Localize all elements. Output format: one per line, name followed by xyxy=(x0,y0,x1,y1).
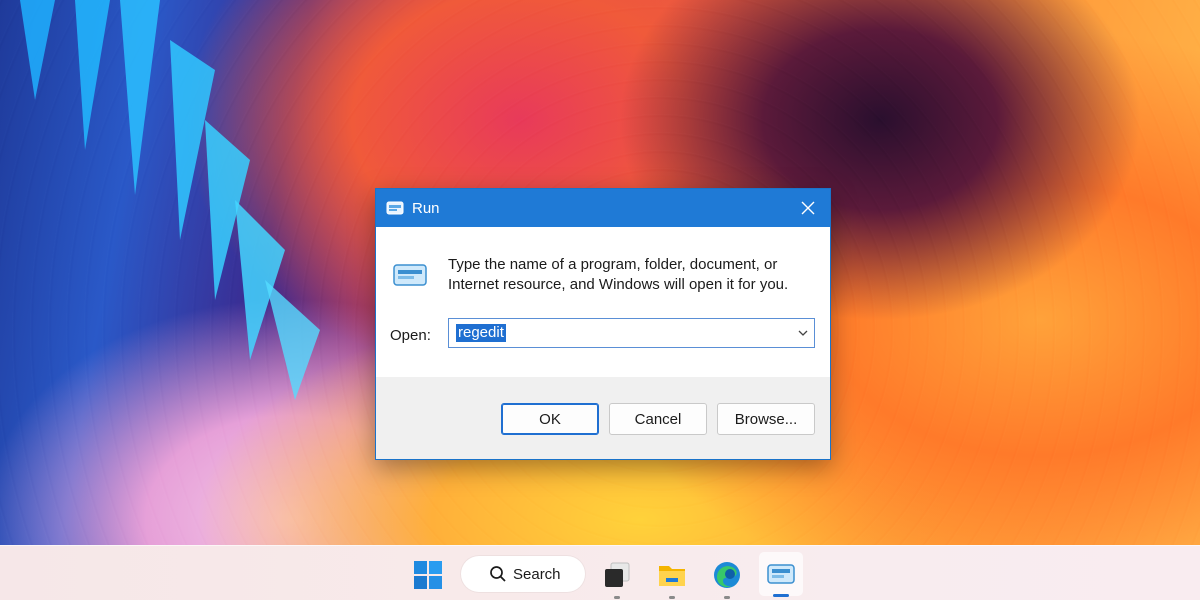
chevron-down-icon[interactable] xyxy=(796,326,810,340)
running-indicator xyxy=(669,596,675,599)
close-button[interactable] xyxy=(786,189,830,227)
search-label: Search xyxy=(513,566,561,583)
run-app-icon xyxy=(386,201,404,215)
dialog-description: Type the name of a program, folder, docu… xyxy=(448,255,818,295)
active-indicator xyxy=(773,594,789,597)
dialog-footer: OK Cancel Browse... xyxy=(376,377,830,459)
taskbar: Search xyxy=(0,545,1200,600)
task-view-button[interactable] xyxy=(597,555,637,595)
wallpaper-spikes xyxy=(0,0,340,545)
browse-button[interactable]: Browse... xyxy=(717,403,815,435)
dialog-title: Run xyxy=(412,200,786,217)
task-view-icon xyxy=(601,560,633,590)
run-dialog-titlebar[interactable]: Run xyxy=(376,189,830,227)
running-indicator xyxy=(724,596,730,599)
edge-icon xyxy=(711,559,743,591)
dialog-content: Type the name of a program, folder, docu… xyxy=(376,227,830,377)
open-input-value[interactable]: regedit xyxy=(456,324,506,342)
windows-start-icon xyxy=(413,560,443,590)
file-explorer-button[interactable] xyxy=(652,555,692,595)
run-program-icon xyxy=(392,263,428,287)
open-label: Open: xyxy=(390,327,431,344)
ok-button[interactable]: OK xyxy=(501,403,599,435)
run-taskbar-button[interactable] xyxy=(759,552,803,596)
file-explorer-icon xyxy=(656,560,688,590)
open-combobox[interactable]: regedit xyxy=(448,318,815,348)
close-icon xyxy=(801,201,815,215)
search-icon xyxy=(489,565,507,583)
start-button[interactable] xyxy=(408,555,448,595)
running-indicator xyxy=(614,596,620,599)
run-dialog: Run Type the name of a program, folder, … xyxy=(375,188,831,460)
edge-button[interactable] xyxy=(707,555,747,595)
taskbar-search[interactable]: Search xyxy=(461,556,585,592)
cancel-button[interactable]: Cancel xyxy=(609,403,707,435)
run-icon xyxy=(766,563,796,585)
